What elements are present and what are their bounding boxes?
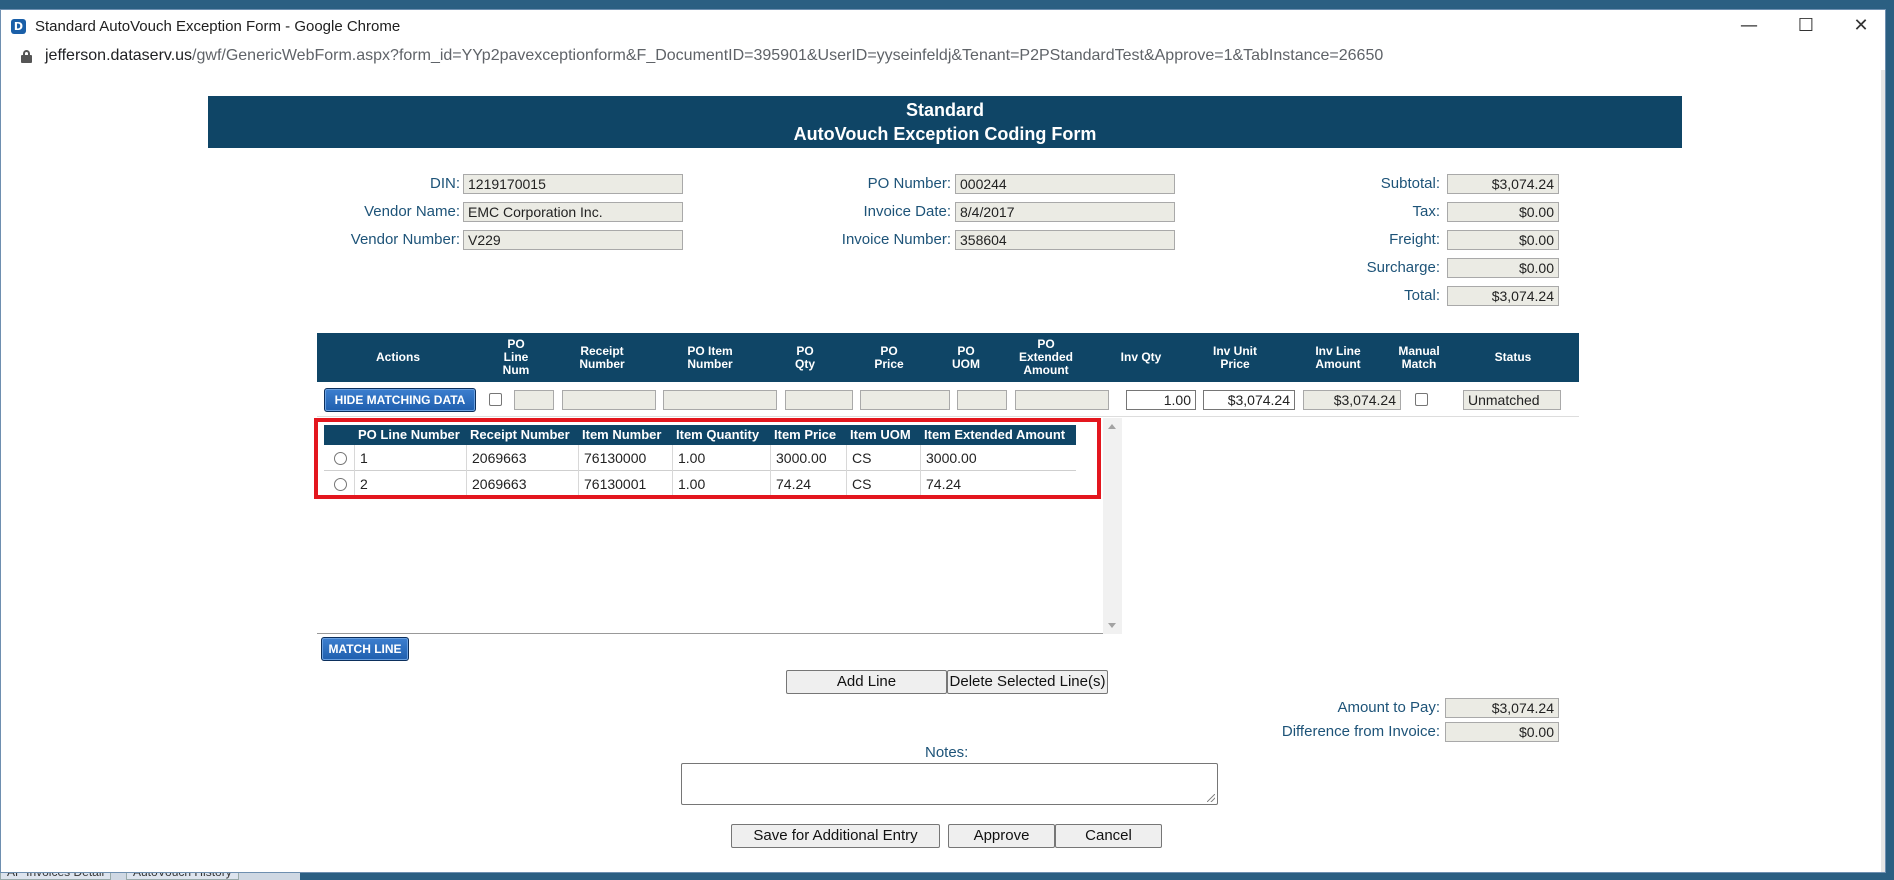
total-field: $3,074.24 [1447, 286, 1559, 306]
freight-field: $0.00 [1447, 230, 1559, 250]
col-po-qty: PO Qty [794, 343, 815, 371]
col-actions: Actions [375, 350, 420, 364]
manual-match-checkbox[interactable] [1415, 393, 1428, 406]
po-line-num-field [514, 390, 554, 410]
po-uom-field [957, 390, 1007, 410]
vendor-name-field: EMC Corporation Inc. [463, 202, 683, 222]
inv-unit-price-input[interactable]: $3,074.24 [1203, 390, 1295, 410]
col-inv-qty: Inv Qty [1120, 350, 1162, 364]
browser-window: D Standard AutoVouch Exception Form - Go… [0, 9, 1886, 873]
po-extended-amount-field [1015, 390, 1109, 410]
matching-scrollbar[interactable] [1103, 418, 1122, 634]
hide-matching-data-button[interactable]: HIDE MATCHING DATA [324, 388, 476, 412]
col-po-price: PO Price [874, 343, 904, 371]
col-po-line-num: PO Line Num [502, 337, 530, 377]
din-label: DIN: [430, 175, 460, 192]
vendor-name-label: Vendor Name: [364, 203, 460, 220]
row-select-checkbox[interactable] [489, 393, 502, 406]
url-text[interactable]: jefferson.dataserv.us/gwf/GenericWebForm… [45, 47, 1383, 65]
subtotal-label: Subtotal: [1380, 175, 1440, 192]
difference-label: Difference from Invoice: [1281, 723, 1440, 740]
invoice-number-label: Invoice Number: [841, 231, 951, 248]
col-manual-match: Manual Match [1398, 343, 1440, 371]
save-for-additional-entry-button[interactable]: Save for Additional Entry [731, 824, 940, 848]
scroll-down-icon[interactable] [1108, 623, 1116, 628]
invoice-number-field: 358604 [955, 230, 1175, 250]
address-bar[interactable]: jefferson.dataserv.us/gwf/GenericWebForm… [1, 42, 1885, 70]
po-qty-field [785, 390, 853, 410]
notes-textarea[interactable] [681, 763, 1218, 805]
form-title-line1: Standard [905, 100, 984, 120]
cancel-button[interactable]: Cancel [1055, 824, 1162, 848]
col-inv-unit-price: Inv Unit Price [1213, 343, 1257, 371]
form-title-line2: AutoVouch Exception Coding Form [793, 124, 1097, 144]
col-po-extended-amount: PO Extended Amount [1018, 337, 1073, 377]
vendor-number-label: Vendor Number: [350, 231, 460, 248]
invoice-date-field: 8/4/2017 [955, 202, 1175, 222]
receipt-number-field [562, 390, 656, 410]
po-number-label: PO Number: [867, 175, 951, 192]
difference-field: $0.00 [1445, 722, 1559, 742]
highlight-box [314, 418, 1101, 499]
window-title: Standard AutoVouch Exception Form - Goog… [35, 18, 401, 35]
invoice-date-label: Invoice Date: [863, 203, 951, 220]
url-path: /gwf/GenericWebForm.aspx?form_id=YYp2pav… [192, 47, 1384, 64]
app-icon: D [11, 19, 26, 34]
title-bar: D Standard AutoVouch Exception Form - Go… [1, 10, 1885, 42]
amount-to-pay-field: $3,074.24 [1445, 698, 1559, 718]
inv-line-amount-field: $3,074.24 [1303, 390, 1401, 410]
url-host: jefferson.dataserv.us [45, 47, 193, 64]
col-po-item-number: PO Item Number [687, 343, 733, 371]
po-item-number-field [663, 390, 777, 410]
po-price-field [860, 390, 950, 410]
surcharge-field: $0.00 [1447, 258, 1559, 278]
tax-field: $0.00 [1447, 202, 1559, 222]
col-po-uom: PO UOM [952, 343, 980, 371]
amount-to-pay-label: Amount to Pay: [1337, 699, 1440, 716]
inv-qty-input[interactable]: 1.00 [1126, 390, 1196, 410]
lines-grid-header: Actions PO Line Num Receipt Number PO It… [317, 333, 1579, 382]
lock-icon [21, 50, 32, 63]
notes-label: Notes: [925, 744, 969, 761]
minimize-button[interactable]: — [1729, 13, 1769, 39]
close-window-button[interactable]: ✕ [1841, 13, 1881, 39]
vendor-number-field: V229 [463, 230, 683, 250]
match-line-button[interactable]: MATCH LINE [321, 637, 409, 661]
din-field: 1219170015 [463, 174, 683, 194]
subtotal-field: $3,074.24 [1447, 174, 1559, 194]
po-number-field: 000244 [955, 174, 1175, 194]
total-label: Total: [1404, 287, 1440, 304]
form-content: Standard AutoVouch Exception Coding Form… [5, 70, 1883, 872]
scroll-up-icon[interactable] [1108, 424, 1116, 429]
approve-button[interactable]: Approve [948, 824, 1055, 848]
freight-label: Freight: [1389, 231, 1440, 248]
add-line-button[interactable]: Add Line [786, 670, 947, 694]
page-scrollbar[interactable] [1881, 70, 1885, 872]
col-receipt-number: Receipt Number [579, 343, 625, 371]
maximize-button[interactable]: ☐ [1786, 13, 1826, 39]
form-header: Standard AutoVouch Exception Coding Form [208, 96, 1682, 148]
surcharge-label: Surcharge: [1366, 259, 1440, 276]
col-inv-line-amount: Inv Line Amount [1315, 343, 1361, 371]
delete-lines-button[interactable]: Delete Selected Line(s) [947, 670, 1108, 694]
resize-handle-icon[interactable] [1207, 794, 1215, 802]
tax-label: Tax: [1412, 203, 1440, 220]
col-status: Status [1494, 350, 1532, 364]
status-field: Unmatched [1463, 390, 1561, 410]
